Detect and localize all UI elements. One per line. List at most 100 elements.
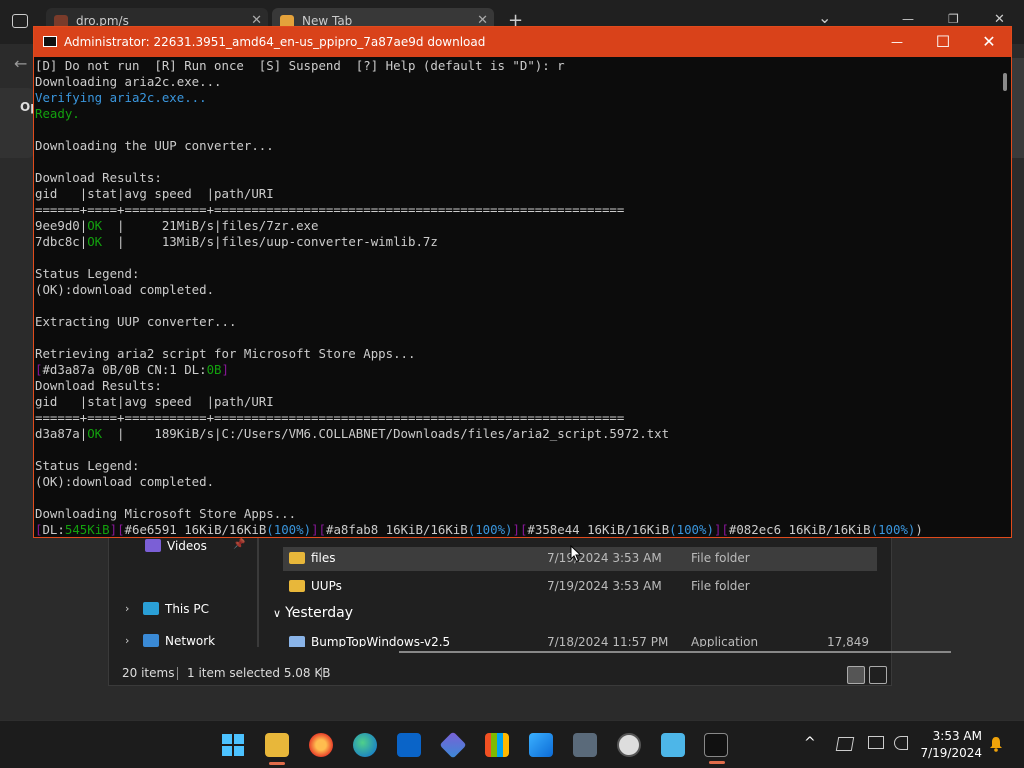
firefox-icon[interactable] (309, 733, 333, 757)
volume-muted-icon[interactable] (894, 736, 908, 750)
chevron-down-icon: ∨ (273, 607, 282, 620)
file-size: 17,849 KB (827, 635, 869, 647)
terminal-line: ======+====+===========+================… (35, 410, 996, 426)
terminal-text: Downloading the UUP converter... (35, 138, 274, 153)
terminal-line: gid |stat|avg speed |path/URI (35, 186, 996, 202)
terminal-text: (100%) (669, 522, 714, 537)
terminal-text: (100%) (467, 522, 513, 537)
group-header-yesterday[interactable]: ∨ Yesterday (273, 605, 353, 621)
file-type: File folder (691, 579, 750, 593)
clock-time[interactable]: 3:53 AM (920, 729, 982, 743)
minimize-button[interactable]: — (902, 12, 914, 26)
terminal-text: #a8fab8 16KiB/16KiB (325, 522, 468, 537)
tab-actions-icon[interactable] (12, 14, 28, 28)
details-view-icon[interactable] (847, 666, 865, 684)
nav-item-videos[interactable]: Videos (145, 539, 207, 553)
minimize-button[interactable]: — (874, 27, 920, 57)
nav-label: This PC (165, 602, 209, 616)
windows-start-icon[interactable] (221, 733, 245, 757)
terminal-text: 0B (206, 362, 222, 377)
terminal-line: Extracting UUP converter... (35, 314, 996, 330)
clock-icon[interactable] (617, 733, 641, 757)
status-divider (177, 667, 178, 680)
close-button[interactable]: ✕ (966, 27, 1012, 57)
terminal-text: ======+====+===========+================… (35, 410, 625, 425)
terminal-title: Administrator: 22631.3951_amd64_en-us_pp… (64, 35, 486, 49)
terminal-text: (100%) (266, 522, 312, 537)
expand-icon[interactable]: › (125, 634, 129, 647)
outlook-icon[interactable] (397, 733, 421, 757)
file-row[interactable]: BumpTopWindows-v2.5 7/18/2024 11:57 PM A… (283, 631, 877, 647)
photos-icon[interactable] (529, 733, 553, 757)
file-name: BumpTopWindows-v2.5 (311, 635, 451, 647)
group-label: Yesterday (285, 605, 354, 621)
terminal-line: Download Results: (35, 378, 996, 394)
terminal-text: 9ee9d0| (35, 218, 88, 233)
terminal-icon[interactable] (704, 733, 728, 764)
terminal-text: (OK):download completed. (35, 474, 215, 489)
terminal-text: OK (87, 218, 103, 233)
terminal-text: 545KiB (64, 522, 110, 537)
browser-scrollbar[interactable] (1012, 58, 1024, 158)
file-explorer-icon[interactable] (265, 733, 289, 765)
horizontal-scrollbar[interactable] (399, 651, 951, 653)
terminal-line: Downloading aria2c.exe... (35, 74, 996, 90)
terminal-line: (OK):download completed. (35, 282, 996, 298)
terminal-text: ][ (109, 522, 125, 537)
pin-icon[interactable]: 📌 (233, 539, 245, 550)
terminal-text: ] (221, 362, 229, 377)
clock-date[interactable]: 7/19/2024 (910, 746, 982, 760)
terminal-line: Download Results: (35, 170, 996, 186)
tray-overflow-chevron[interactable]: ^ (804, 735, 816, 751)
nav-item-this-pc[interactable]: › This PC (125, 602, 209, 616)
taskbar: ^ 3:53 AM 7/19/2024 (0, 720, 1024, 768)
terminal-scrollbar-thumb[interactable] (1003, 73, 1007, 91)
terminal-line: ======+====+===========+================… (35, 202, 996, 218)
folder-icon (289, 580, 305, 592)
copilot-icon[interactable] (439, 731, 467, 759)
terminal-text: Download Results: (35, 170, 162, 185)
terminal-line: gid |stat|avg speed |path/URI (35, 394, 996, 410)
network-tray-icon[interactable] (835, 737, 855, 751)
terminal-text: 7dbc8c| (35, 234, 88, 249)
restore-button[interactable]: ❐ (948, 12, 959, 26)
file-name: UUPs (311, 579, 342, 593)
terminal-line: 9ee9d0|OK | 21MiB/s|files/7zr.exe (35, 218, 996, 234)
nav-pane-divider[interactable] (257, 537, 259, 647)
terminal-output[interactable]: [D] Do not run [R] Run once [S] Suspend … (34, 57, 996, 537)
terminal-line: [DL:545KiB][#6e6591 16KiB/16KiB(100%)][#… (35, 522, 996, 537)
terminal-text: ) (915, 522, 923, 537)
terminal-text: gid |stat|avg speed |path/URI (35, 394, 274, 409)
terminal-line: Verifying aria2c.exe... (35, 90, 996, 106)
browser-side-panel: Op (0, 88, 39, 158)
back-arrow-icon[interactable]: ← (14, 54, 27, 73)
nav-label: Videos (167, 539, 207, 553)
terminal-text: Status Legend: (35, 458, 140, 473)
microsoft-store-icon[interactable] (485, 733, 509, 757)
terminal-text: Retrieving aria2 script for Microsoft St… (35, 346, 416, 361)
maximize-button[interactable]: ☐ (920, 27, 966, 57)
tab-list-dropdown[interactable]: ⌄ (818, 8, 831, 27)
display-tray-icon[interactable] (868, 736, 884, 749)
terminal-text: Status Legend: (35, 266, 140, 281)
terminal-line: (OK):download completed. (35, 474, 996, 490)
calculator-icon[interactable] (573, 733, 597, 757)
expand-icon[interactable]: › (125, 602, 129, 615)
terminal-text: OK (87, 426, 103, 441)
notepad-icon[interactable] (661, 733, 685, 757)
file-row[interactable]: UUPs 7/19/2024 3:53 AM File folder (283, 575, 877, 599)
nav-item-network[interactable]: › Network (125, 634, 215, 648)
file-type: File folder (691, 551, 750, 565)
close-button[interactable]: ✕ (994, 12, 1005, 27)
edge-icon[interactable] (353, 733, 377, 757)
notification-bell-icon[interactable] (988, 736, 1004, 752)
terminal-title-bar[interactable]: Administrator: 22631.3951_amd64_en-us_pp… (34, 27, 1011, 57)
terminal-text: (OK):download completed. (35, 282, 215, 297)
terminal-text: ======+====+===========+================… (35, 202, 625, 217)
status-divider (321, 667, 322, 680)
tiles-view-icon[interactable] (869, 666, 887, 684)
